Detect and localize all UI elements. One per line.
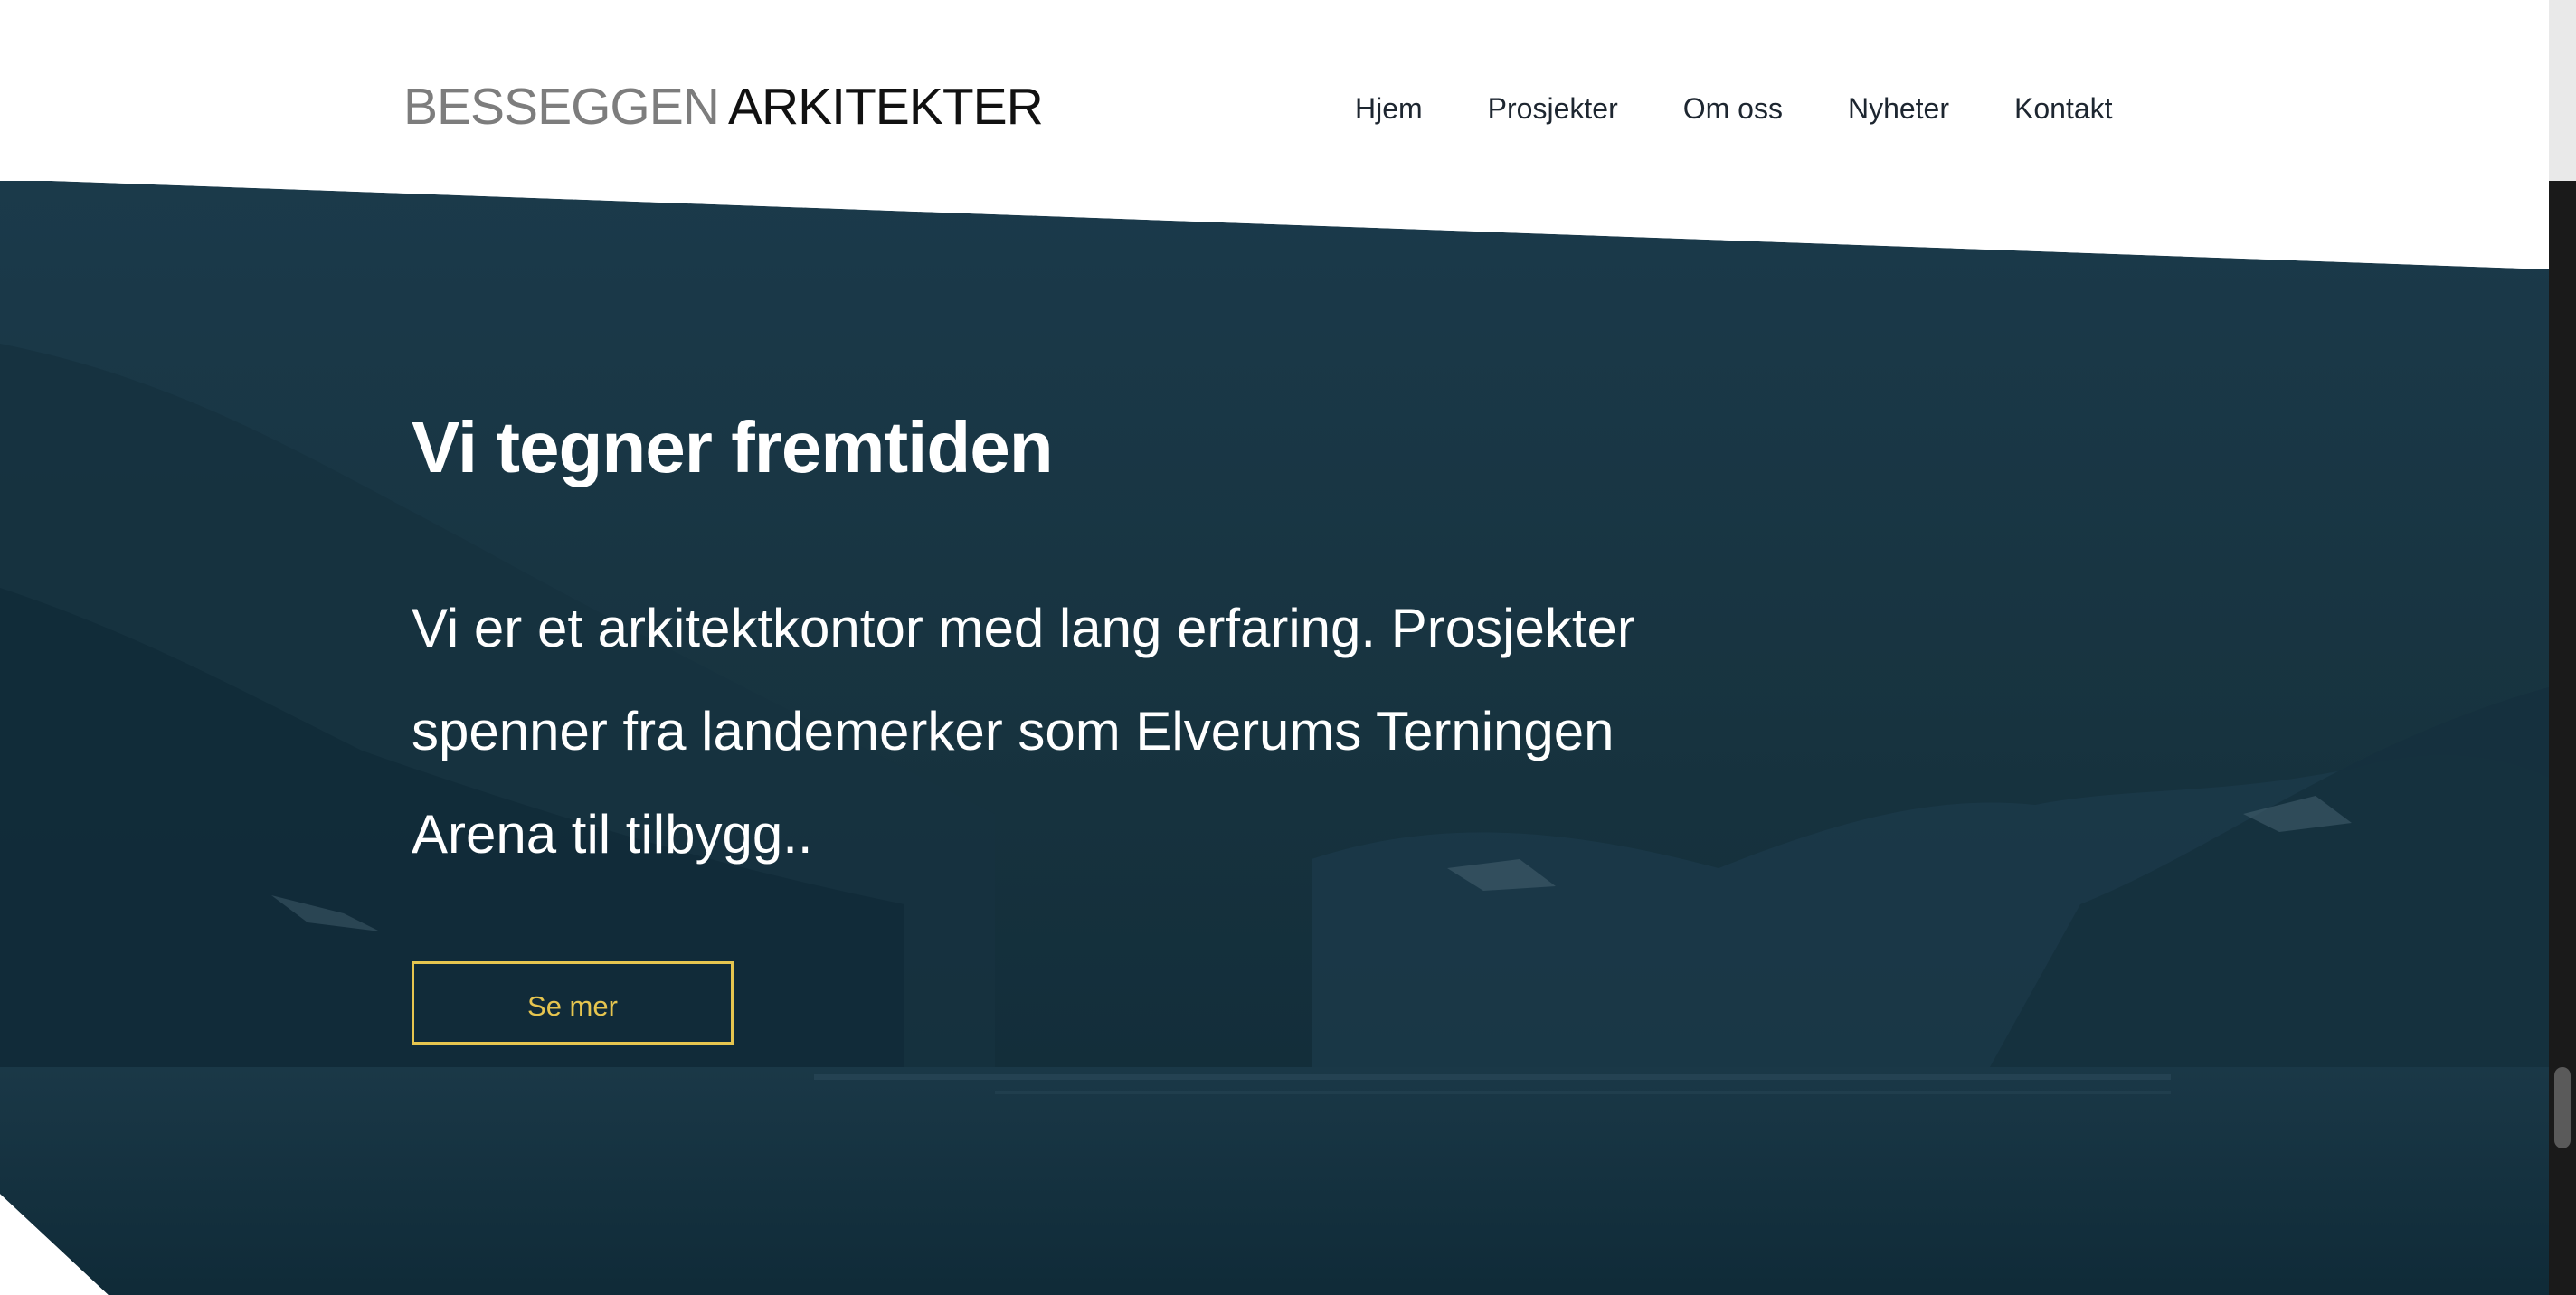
scrollbar[interactable] — [2549, 0, 2576, 1295]
logo-part-arkitekter: ARKITEKTER — [727, 78, 1044, 136]
nav-item-om-oss[interactable]: Om oss — [1683, 87, 1783, 130]
nav-item-kontakt[interactable]: Kontakt — [2014, 87, 2113, 130]
page: BESSEGGEN ARKITEKTER Hjem Prosjekter Om o… — [0, 0, 2576, 1295]
se-mer-button[interactable]: Se mer — [412, 961, 734, 1045]
nav-item-nyheter[interactable]: Nyheter — [1848, 87, 1949, 130]
main-nav: Hjem Prosjekter Om oss Nyheter Kontakt — [1355, 87, 2113, 130]
nav-item-hjem[interactable]: Hjem — [1355, 87, 1423, 130]
hero-content: Vi tegner fremtiden Vi er et arkitektkon… — [412, 398, 1768, 886]
hero-title: Vi tegner fremtiden — [412, 407, 1054, 487]
scrollbar-top-area — [2549, 0, 2576, 181]
site-logo[interactable]: BESSEGGEN ARKITEKTER — [403, 76, 1044, 137]
hero-description: Vi er et arkitektkontor med lang erfarin… — [412, 598, 1635, 865]
scrollbar-thumb[interactable] — [2554, 1067, 2571, 1148]
nav-item-prosjekter[interactable]: Prosjekter — [1488, 87, 1618, 130]
header-slant — [0, 0, 2549, 269]
site-header: BESSEGGEN ARKITEKTER Hjem Prosjekter Om o… — [0, 0, 2549, 269]
logo-part-besseggen: BESSEGGEN — [403, 78, 720, 136]
